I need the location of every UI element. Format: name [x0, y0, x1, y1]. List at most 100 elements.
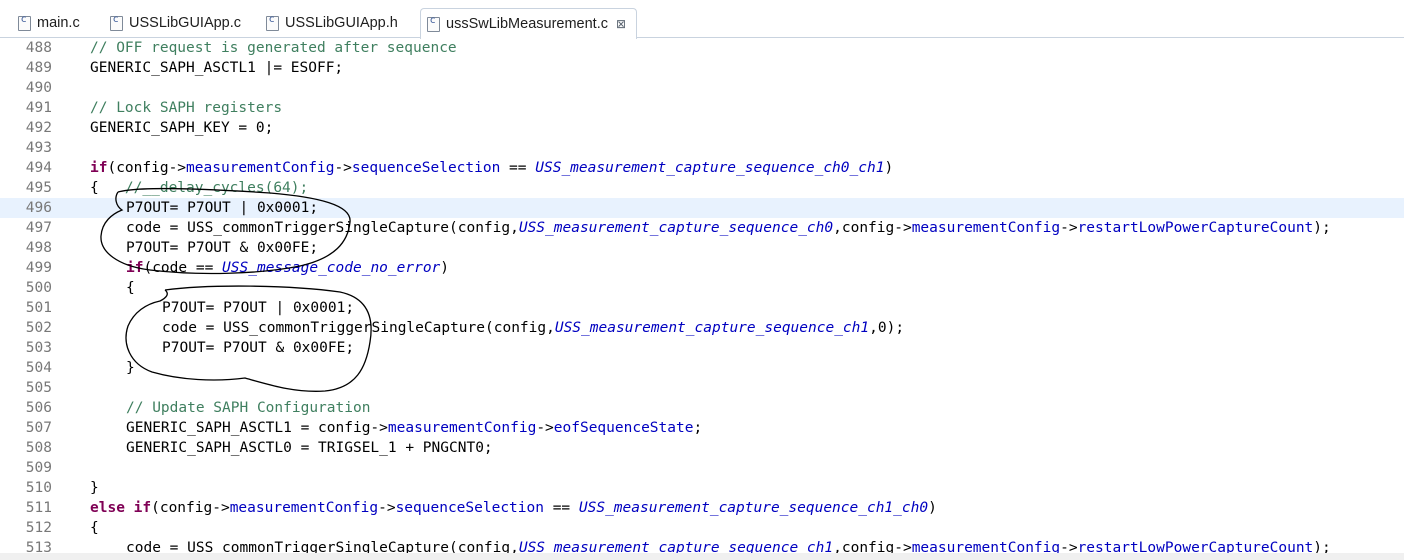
- tab-label: USSLibGUIApp.h: [285, 15, 398, 31]
- code-text: {: [126, 278, 135, 298]
- code-line[interactable]: 494 if(config->measurementConfig->sequenc…: [0, 158, 1404, 178]
- code-token: GENERIC_SAPH_ASCTL1 = config->: [126, 420, 388, 436]
- code-token: P7OUT= P7OUT & 0x00FE;: [162, 340, 355, 356]
- line-number: 509: [25, 460, 52, 476]
- code-text: GENERIC_SAPH_KEY = 0;: [90, 118, 273, 138]
- h-file-icon: [266, 14, 279, 31]
- tab-usslibguiapp-h[interactable]: USSLibGUIApp.h: [266, 9, 398, 37]
- code-token: ->: [334, 160, 352, 176]
- tab-label: ussSwLibMeasurement.c: [446, 16, 608, 32]
- code-line[interactable]: 501 P7OUT= P7OUT | 0x0001;: [0, 298, 1404, 318]
- code-line[interactable]: 489 GENERIC_SAPH_ASCTL1 |= ESOFF;: [0, 58, 1404, 78]
- code-line[interactable]: 511 else if(config->measurementConfig->se…: [0, 498, 1404, 518]
- code-token: (config->: [151, 500, 230, 516]
- line-number: 504: [25, 360, 52, 376]
- code-line[interactable]: 506 // Update SAPH Configuration: [0, 398, 1404, 418]
- code-line[interactable]: 492 GENERIC_SAPH_KEY = 0;: [0, 118, 1404, 138]
- code-token: ): [884, 160, 894, 176]
- line-number: 507: [25, 420, 52, 436]
- code-line[interactable]: 495 { //__delay_cycles(64);: [0, 178, 1404, 198]
- code-line[interactable]: 500 {: [0, 278, 1404, 298]
- c-file-icon: [110, 14, 123, 31]
- code-line[interactable]: 504}: [0, 358, 1404, 378]
- code-token: code = USS_commonTriggerSingleCapture(co…: [162, 320, 555, 336]
- code-text: else if(config->measurementConfig->seque…: [90, 498, 937, 518]
- c-file-icon: [427, 15, 440, 32]
- code-text: // Update SAPH Configuration: [126, 398, 370, 418]
- close-tab-icon[interactable]: ⊠: [616, 17, 626, 31]
- line-number: 503: [25, 340, 52, 356]
- code-token: measurementConfig: [186, 160, 335, 176]
- tab-usslibguiapp-c[interactable]: USSLibGUIApp.c: [110, 9, 241, 37]
- code-line[interactable]: 509: [0, 458, 1404, 478]
- code-text: P7OUT= P7OUT | 0x0001;: [162, 298, 354, 318]
- code-token: {: [126, 280, 135, 296]
- code-token: restartLowPowerCaptureCount: [1077, 220, 1314, 236]
- code-line[interactable]: 502 code = USS_commonTriggerSingleCapture…: [0, 318, 1404, 338]
- line-number: 502: [25, 320, 52, 336]
- code-editor[interactable]: 488 // OFF request is generated after seq…: [0, 38, 1404, 560]
- code-token: GENERIC_SAPH_KEY = 0;: [90, 120, 274, 136]
- code-token: // OFF request is generated after sequen…: [90, 40, 457, 56]
- code-text: if(code == USS_message_code_no_error): [126, 258, 449, 278]
- code-text: GENERIC_SAPH_ASCTL1 = config->measuremen…: [126, 418, 702, 438]
- code-token: measurementConfig: [387, 420, 537, 436]
- c-file-icon: [18, 14, 31, 31]
- code-token: ->: [378, 500, 396, 516]
- line-number: 491: [25, 100, 52, 116]
- code-line[interactable]: 512 {: [0, 518, 1404, 538]
- code-token: ,config->: [833, 220, 912, 236]
- code-token: USS_measurement_capture_sequence_ch1: [554, 320, 870, 336]
- code-token: eofSequenceState: [553, 420, 694, 436]
- line-number: 508: [25, 440, 52, 456]
- line-number: 500: [25, 280, 52, 296]
- code-token: GENERIC_SAPH_ASCTL0 = TRIGSEL_1 + PNGCNT…: [126, 440, 493, 456]
- code-token: GENERIC_SAPH_ASCTL1 |= ESOFF;: [90, 60, 344, 76]
- code-token: (code ==: [143, 260, 223, 276]
- code-text: { //__delay_cycles(64);: [90, 178, 308, 198]
- code-text: GENERIC_SAPH_ASCTL1 |= ESOFF;: [90, 58, 343, 78]
- tab-usssw-libmeasurement-c[interactable]: ussSwLibMeasurement.c ⊠: [420, 8, 638, 39]
- line-number: 489: [25, 60, 52, 76]
- code-token: ;: [693, 420, 703, 436]
- code-token: if: [126, 260, 144, 276]
- code-token: USS_message_code_no_error: [222, 260, 441, 276]
- code-token: P7OUT= P7OUT & 0x00FE;: [126, 240, 319, 256]
- code-line[interactable]: 490: [0, 78, 1404, 98]
- code-token: ==: [543, 500, 579, 516]
- code-token: ==: [500, 160, 536, 176]
- code-line[interactable]: 507 GENERIC_SAPH_ASCTL1 = config->measure…: [0, 418, 1404, 438]
- code-line[interactable]: 505: [0, 378, 1404, 398]
- code-token: }: [126, 360, 135, 376]
- code-line[interactable]: 499 if(code == USS_message_code_no_error): [0, 258, 1404, 278]
- code-line[interactable]: 503 P7OUT= P7OUT & 0x00FE;: [0, 338, 1404, 358]
- code-token: USS_measurement_capture_sequence_ch1_ch0: [578, 500, 929, 516]
- line-number: 488: [25, 40, 52, 56]
- line-number: 490: [25, 80, 52, 96]
- code-line[interactable]: 498 P7OUT= P7OUT & 0x00FE;: [0, 238, 1404, 258]
- code-token: ->: [1060, 220, 1078, 236]
- code-token: {: [90, 180, 125, 196]
- code-token: USS_measurement_capture_sequence_ch0: [518, 220, 834, 236]
- code-line[interactable]: 493: [0, 138, 1404, 158]
- code-token: if: [90, 160, 108, 176]
- code-token: ,0);: [869, 320, 905, 336]
- line-number: 511: [25, 500, 52, 516]
- code-line[interactable]: 496 P7OUT= P7OUT | 0x0001;: [0, 198, 1404, 218]
- code-line[interactable]: 488 // OFF request is generated after seq…: [0, 38, 1404, 58]
- code-token: P7OUT= P7OUT | 0x0001;: [126, 200, 319, 216]
- code-line[interactable]: 508 GENERIC_SAPH_ASCTL0 = TRIGSEL_1 + PNG…: [0, 438, 1404, 458]
- editor-tab-bar: main.c USSLibGUIApp.c USSLibGUIApp.h uss…: [0, 0, 1404, 39]
- code-line[interactable]: 497 code = USS_commonTriggerSingleCapture…: [0, 218, 1404, 238]
- code-token: code = USS_commonTriggerSingleCapture(co…: [126, 220, 519, 236]
- horizontal-scrollbar[interactable]: [0, 553, 1404, 560]
- line-number: 497: [25, 220, 52, 236]
- code-text: }: [90, 478, 99, 498]
- code-token: (config->: [107, 160, 187, 176]
- code-text: code = USS_commonTriggerSingleCapture(co…: [162, 318, 904, 338]
- code-text: GENERIC_SAPH_ASCTL0 = TRIGSEL_1 + PNGCNT…: [126, 438, 493, 458]
- tab-main-c[interactable]: main.c: [18, 9, 80, 37]
- code-line[interactable]: 491 // Lock SAPH registers: [0, 98, 1404, 118]
- tab-label: main.c: [37, 15, 80, 31]
- code-line[interactable]: 510}: [0, 478, 1404, 498]
